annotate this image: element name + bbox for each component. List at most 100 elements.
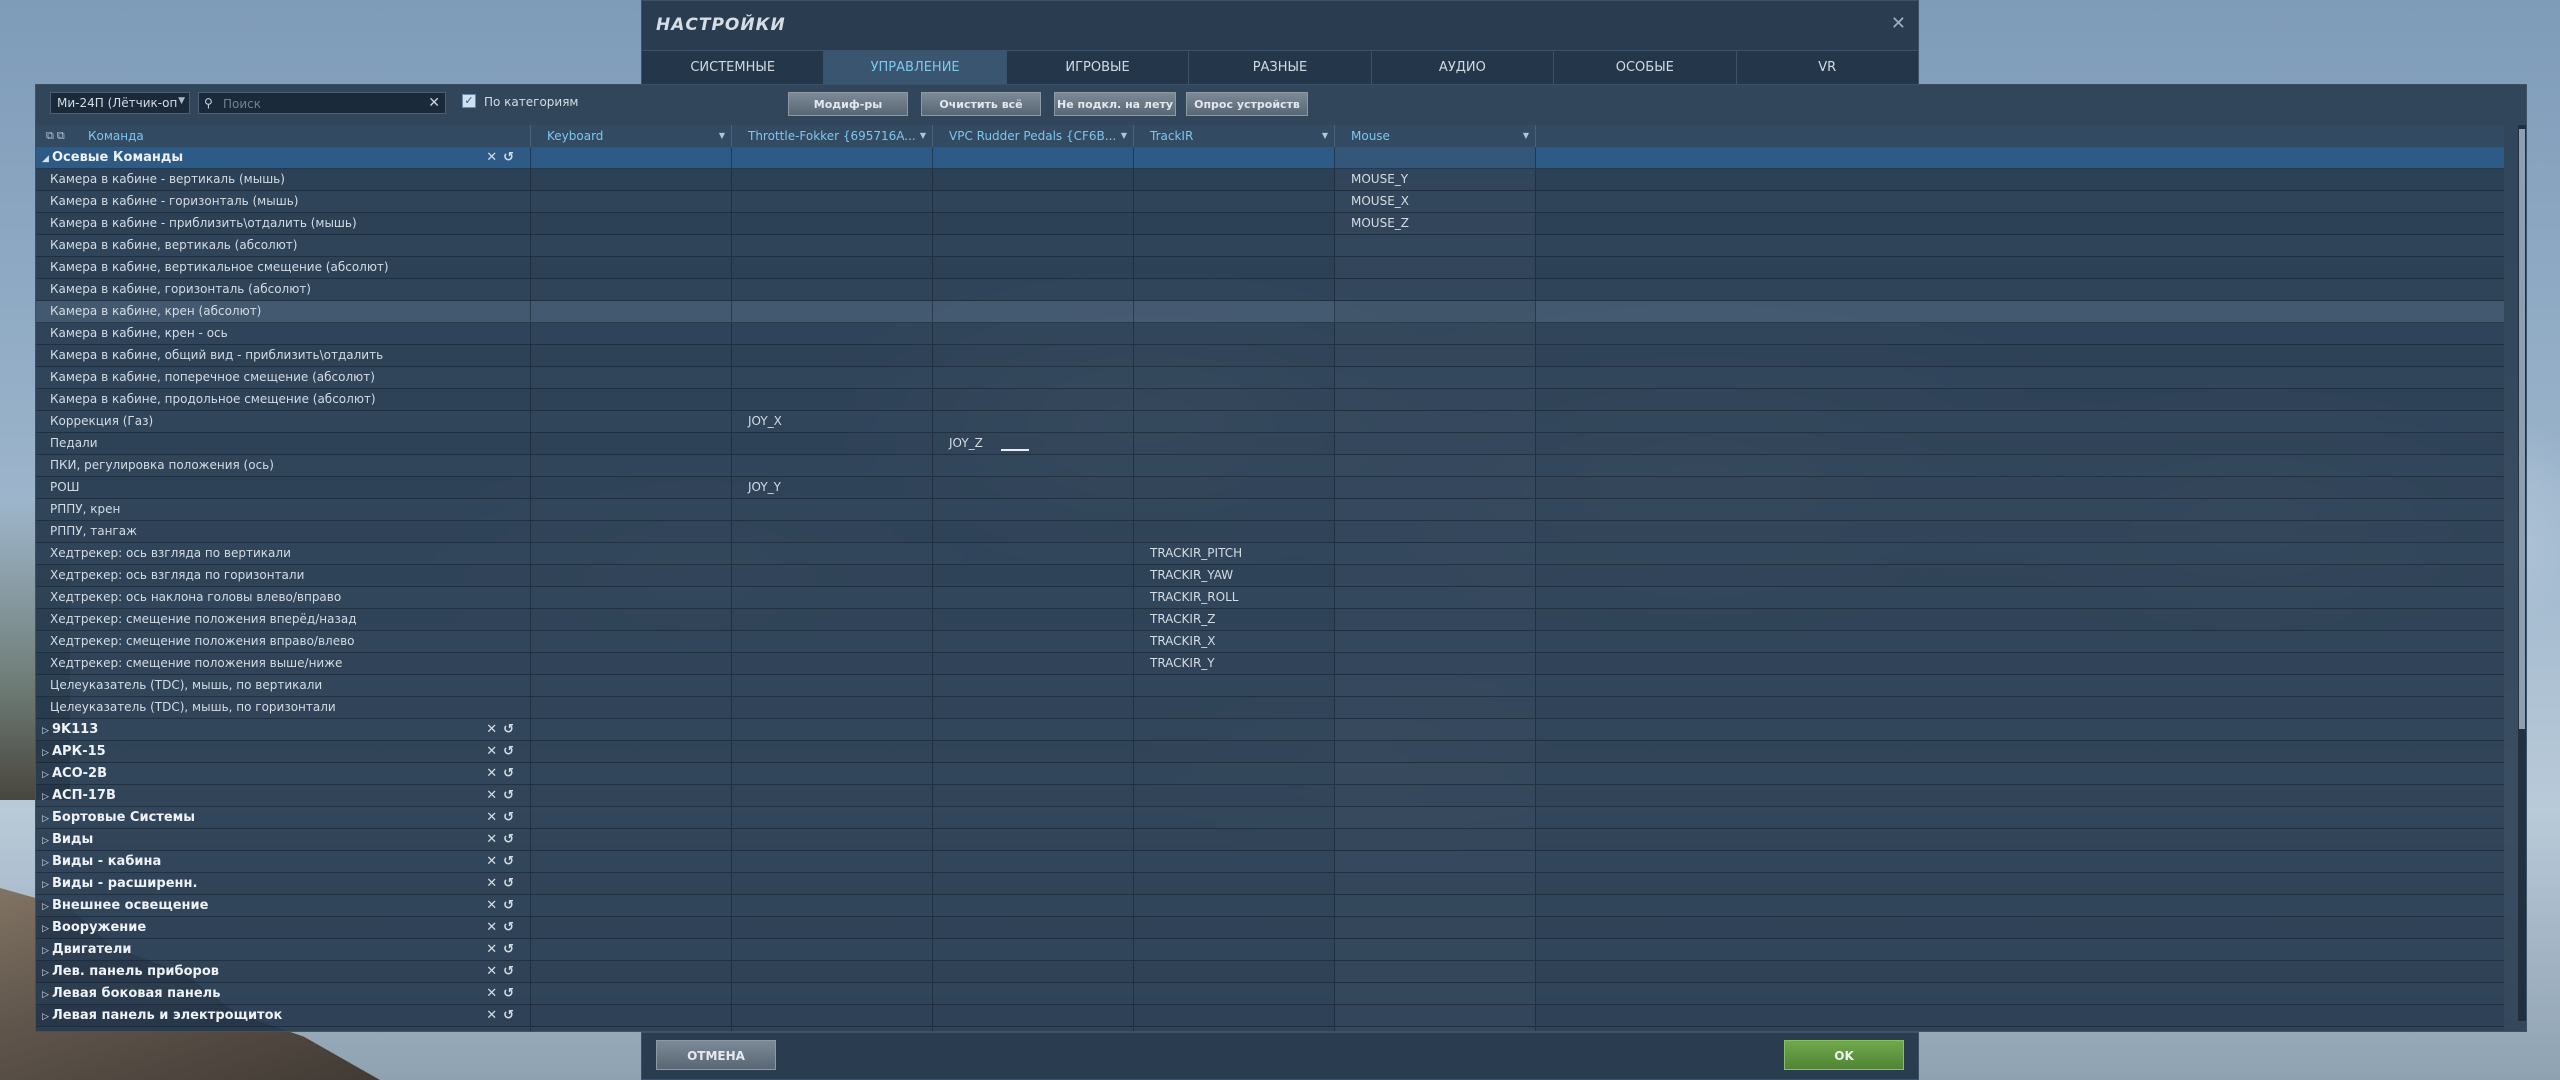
command-row[interactable]: Хедтрекер: смещение положения вправо/вле… xyxy=(36,631,2504,653)
expand-triangle-icon[interactable]: ▷ xyxy=(42,831,52,850)
binding-cell[interactable] xyxy=(1134,917,1335,938)
binding-cell[interactable] xyxy=(1335,301,1536,322)
binding-cell[interactable] xyxy=(933,411,1134,432)
binding-cell[interactable]: TRACKIR_Y xyxy=(1134,653,1335,674)
binding-cell[interactable] xyxy=(933,565,1134,586)
expand-triangle-icon[interactable]: ▷ xyxy=(42,985,52,1004)
binding-cell[interactable] xyxy=(933,1005,1134,1026)
binding-cell[interactable] xyxy=(1335,389,1536,410)
binding-cell[interactable] xyxy=(933,741,1134,762)
binding-cell[interactable] xyxy=(1134,279,1335,300)
cancel-button[interactable]: ОТМЕНА xyxy=(656,1040,776,1070)
binding-cell[interactable] xyxy=(933,191,1134,212)
binding-cell[interactable] xyxy=(1335,675,1536,696)
binding-cell[interactable] xyxy=(531,939,732,960)
binding-cell[interactable] xyxy=(531,741,732,762)
column-keyboard[interactable]: Keyboard ▼ xyxy=(531,125,732,147)
binding-cell[interactable] xyxy=(933,675,1134,696)
binding-cell[interactable] xyxy=(933,455,1134,476)
category-row[interactable]: ▷ 9K113 ✕↺ xyxy=(36,719,2504,741)
binding-cell[interactable] xyxy=(732,675,933,696)
binding-cell[interactable] xyxy=(1134,455,1335,476)
category-row[interactable]: ▷ Лев. панель приборов ✕↺ xyxy=(36,961,2504,983)
command-row[interactable]: Камера в кабине, вертикаль (абсолют) xyxy=(36,235,2504,257)
binding-cell[interactable] xyxy=(933,631,1134,652)
binding-cell[interactable] xyxy=(732,631,933,652)
binding-cell[interactable] xyxy=(531,1005,732,1026)
category-cell[interactable]: ▷ Вооружение ✕↺ xyxy=(36,917,531,938)
binding-cell[interactable] xyxy=(531,983,732,1004)
category-cell[interactable]: ▷ Виды - расширенн. ✕↺ xyxy=(36,873,531,894)
binding-cell[interactable]: TRACKIR_YAW xyxy=(1134,565,1335,586)
binding-cell[interactable] xyxy=(1134,191,1335,212)
binding-cell[interactable] xyxy=(933,499,1134,520)
binding-cell[interactable] xyxy=(933,257,1134,278)
column-command[interactable]: Команда xyxy=(72,125,531,147)
binding-cell[interactable] xyxy=(732,587,933,608)
category-cell[interactable]: ▷ АРК-15 ✕↺ xyxy=(36,741,531,762)
expand-triangle-icon[interactable]: ▷ xyxy=(42,787,52,806)
binding-cell[interactable] xyxy=(1134,367,1335,388)
binding-cell[interactable] xyxy=(1134,895,1335,916)
binding-cell[interactable] xyxy=(531,785,732,806)
binding-cell[interactable] xyxy=(531,235,732,256)
binding-cell[interactable] xyxy=(933,1027,1134,1031)
binding-cell[interactable] xyxy=(1335,345,1536,366)
binding-cell[interactable] xyxy=(1335,763,1536,784)
binding-cell[interactable] xyxy=(732,917,933,938)
tab-3[interactable]: РАЗНЫЕ xyxy=(1189,51,1372,84)
binding-cell[interactable] xyxy=(933,785,1134,806)
binding-cell[interactable] xyxy=(933,609,1134,630)
binding-cell[interactable] xyxy=(531,653,732,674)
expand-triangle-icon[interactable]: ▷ xyxy=(42,809,52,828)
binding-cell[interactable] xyxy=(732,213,933,234)
binding-cell[interactable] xyxy=(732,939,933,960)
binding-cell[interactable] xyxy=(732,763,933,784)
command-row[interactable]: Камера в кабине, крен (абсолют) xyxy=(36,301,2504,323)
clear-reset-icons[interactable]: ✕↺ xyxy=(486,851,520,872)
scrollbar-thumb[interactable] xyxy=(2519,129,2525,729)
binding-cell[interactable] xyxy=(1134,807,1335,828)
binding-cell[interactable] xyxy=(1335,147,1536,168)
clear-reset-icons[interactable]: ✕↺ xyxy=(486,1027,520,1031)
category-row[interactable]: ▷ Внешнее освещение ✕↺ xyxy=(36,895,2504,917)
binding-cell[interactable] xyxy=(1335,235,1536,256)
binding-cell[interactable] xyxy=(531,389,732,410)
category-row[interactable]: ▷ Двигатели ✕↺ xyxy=(36,939,2504,961)
binding-cell[interactable] xyxy=(933,939,1134,960)
category-cell[interactable]: ▷ Лев. панель приборов ✕↺ xyxy=(36,961,531,982)
binding-cell[interactable] xyxy=(1134,433,1335,454)
binding-cell[interactable] xyxy=(732,807,933,828)
binding-cell[interactable] xyxy=(933,367,1134,388)
binding-cell[interactable] xyxy=(933,983,1134,1004)
category-cell[interactable]: ◢ Осевые Команды ✕↺ xyxy=(36,147,531,168)
binding-cell[interactable]: JOY_Y xyxy=(732,477,933,498)
binding-cell[interactable] xyxy=(933,213,1134,234)
binding-cell[interactable] xyxy=(531,499,732,520)
binding-cell[interactable] xyxy=(732,455,933,476)
binding-cell[interactable] xyxy=(1134,719,1335,740)
category-row[interactable]: ▷ Виды - расширенн. ✕↺ xyxy=(36,873,2504,895)
command-row[interactable]: Камера в кабине, вертикальное смещение (… xyxy=(36,257,2504,279)
clear-all-button[interactable]: Очистить всё xyxy=(921,92,1041,116)
category-cell[interactable]: ▷ Левая панель и электрощиток ✕↺ xyxy=(36,1005,531,1026)
command-row[interactable]: Камера в кабине - горизонталь (мышь) MOUS… xyxy=(36,191,2504,213)
binding-cell[interactable] xyxy=(933,895,1134,916)
category-row[interactable]: ▷ Вооружение ✕↺ xyxy=(36,917,2504,939)
ok-button[interactable]: OK xyxy=(1784,1040,1904,1070)
binding-cell[interactable] xyxy=(1335,499,1536,520)
binding-cell[interactable] xyxy=(1134,785,1335,806)
command-row[interactable]: Коррекция (Газ) JOY_X xyxy=(36,411,2504,433)
binding-cell[interactable] xyxy=(1134,345,1335,366)
binding-cell[interactable] xyxy=(732,257,933,278)
tab-2[interactable]: ИГРОВЫЕ xyxy=(1006,51,1190,84)
binding-cell[interactable] xyxy=(933,653,1134,674)
category-cell[interactable]: ▷ Виды ✕↺ xyxy=(36,829,531,850)
binding-cell[interactable] xyxy=(732,741,933,762)
binding-cell[interactable] xyxy=(1335,587,1536,608)
tab-0[interactable]: СИСТЕМНЫЕ xyxy=(642,51,825,84)
binding-cell[interactable] xyxy=(531,213,732,234)
binding-cell[interactable] xyxy=(1134,301,1335,322)
binding-cell[interactable] xyxy=(1134,873,1335,894)
expand-triangle-icon[interactable]: ▷ xyxy=(42,765,52,784)
